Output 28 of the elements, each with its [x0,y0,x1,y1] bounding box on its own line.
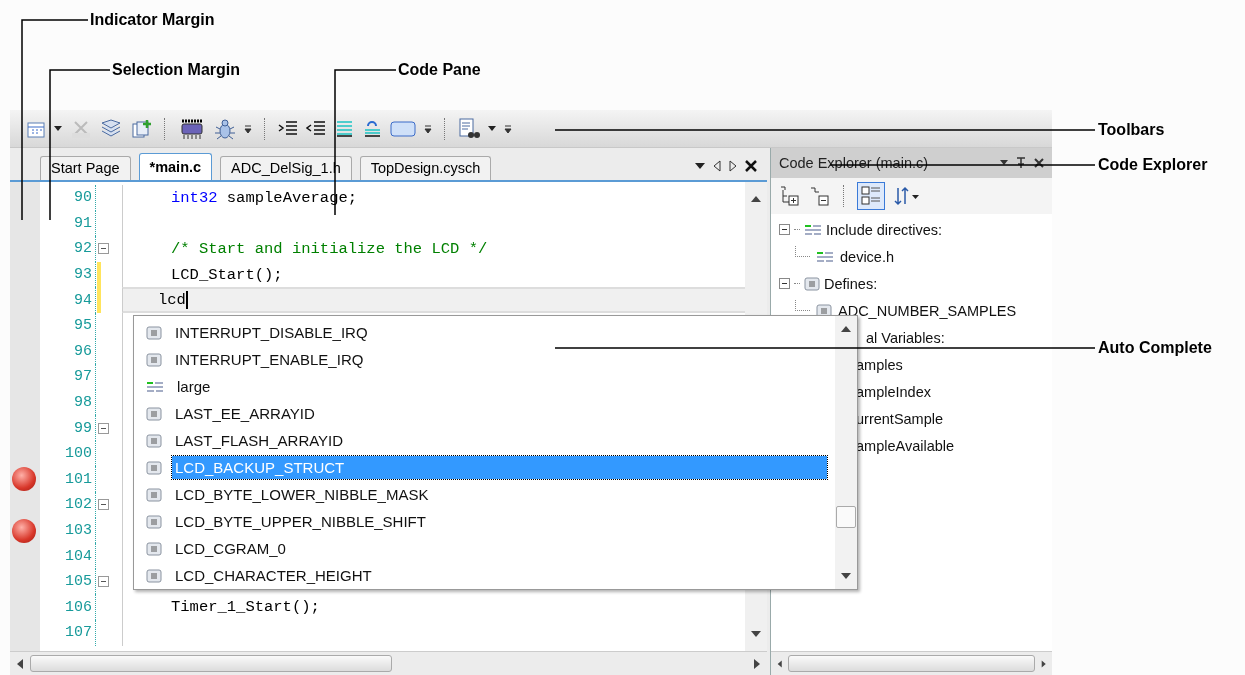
line-number: 103 [60,517,96,544]
line-number: 98 [60,389,96,416]
code-line: /* Start and initialize the LCD */ [171,239,488,258]
callout-label: Code Pane [398,60,481,80]
code-line: lcd [158,291,186,310]
code-line: Timer_1_Start(); [171,598,320,617]
line-number: 96 [60,338,96,365]
line-number: 105 [60,568,96,595]
callout-label: Toolbars [1098,120,1165,140]
callout-label: Auto Complete [1098,338,1212,358]
callout-label: Indicator Margin [90,10,215,30]
line-number: 106 [60,594,96,621]
line-number: 94 [60,287,96,313]
line-number: 107 [60,620,96,646]
line-number: 97 [60,364,96,390]
callout-label: Selection Margin [112,60,241,80]
line-number: 93 [60,261,96,288]
line-number: 90 [60,184,96,211]
line-number: 104 [60,543,96,569]
line-number: 101 [60,466,96,493]
code-line: LCD_Start(); [171,265,283,284]
line-number: 91 [60,210,96,237]
line-number: 99 [60,415,96,441]
callout-label: Code Explorer [1098,155,1208,175]
line-number: 100 [60,440,96,467]
line-number: 102 [60,492,96,518]
line-number: 95 [60,312,96,339]
line-number: 92 [60,236,96,262]
